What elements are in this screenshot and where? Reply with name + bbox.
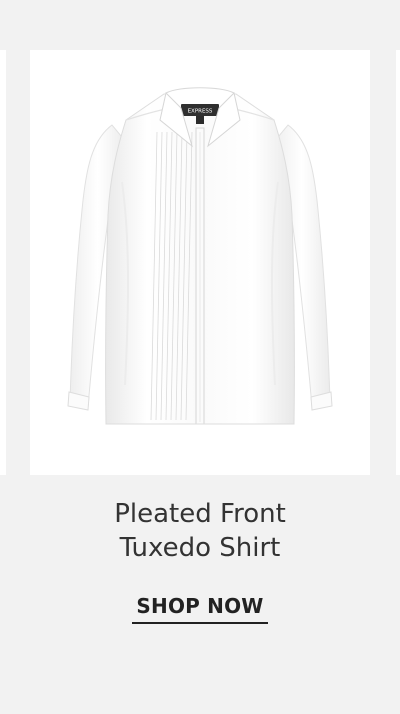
product-promo: EXPRESS Pleated Front Tuxedo Shirt SHOP … [0,0,400,714]
tuxedo-shirt-image[interactable]: EXPRESS [30,50,370,475]
product-title-line-1: Pleated Front [114,499,286,529]
brand-label-text: EXPRESS [188,109,213,115]
shop-now-link[interactable]: SHOP NOW [132,592,268,624]
product-image-card[interactable]: EXPRESS [30,50,370,475]
previous-product-card-edge[interactable] [0,50,6,475]
size-tag [196,116,204,124]
product-title: Pleated Front Tuxedo Shirt [0,497,400,565]
product-title-line-2: Tuxedo Shirt [119,533,281,563]
next-product-card-edge[interactable] [396,50,400,475]
